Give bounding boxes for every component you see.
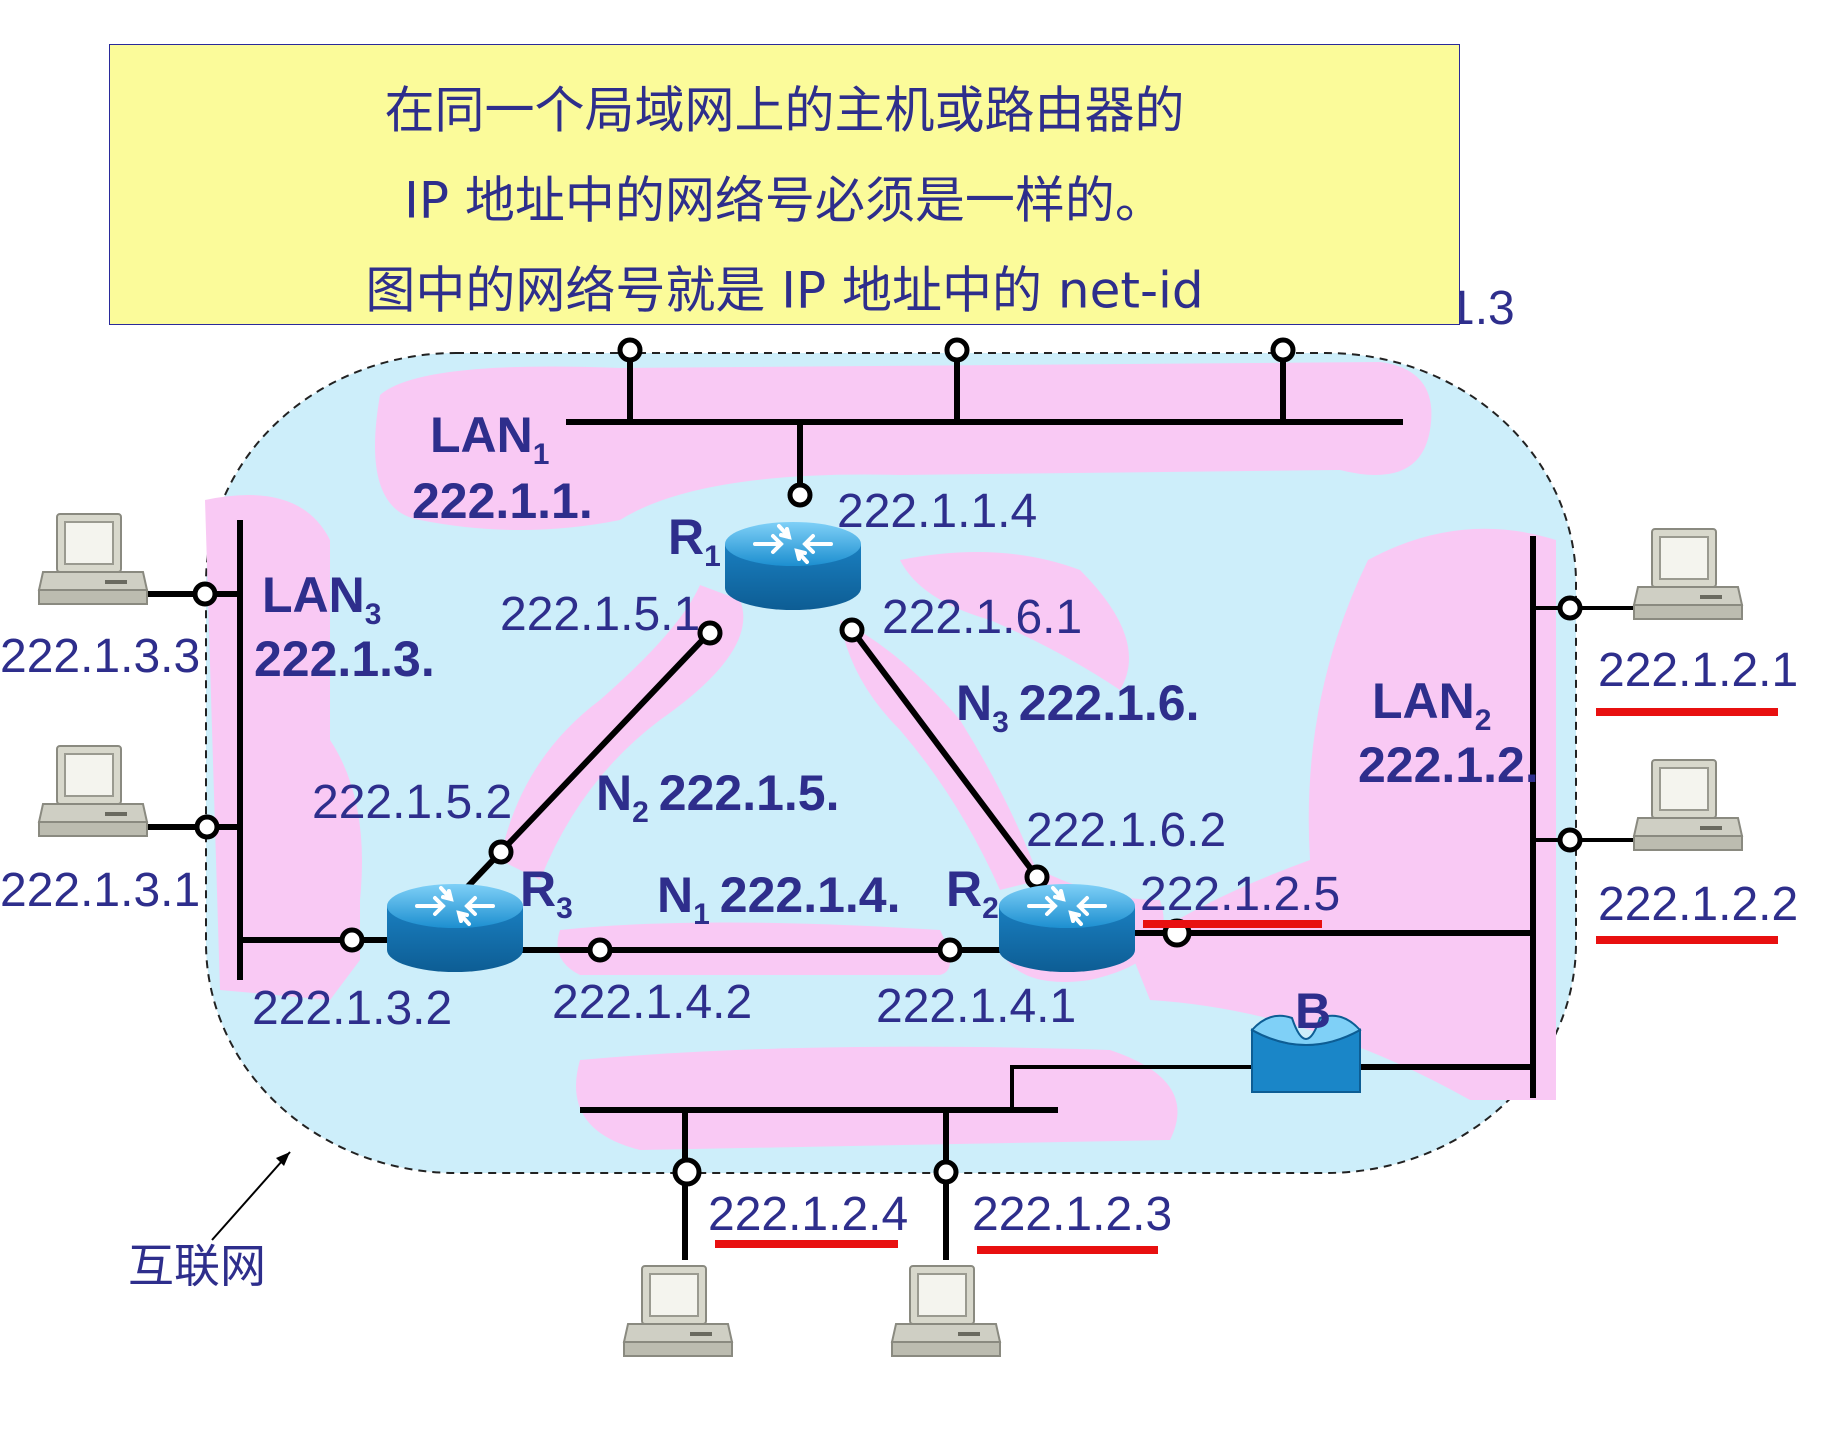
lan3-id: 222.1.3. <box>254 631 435 687</box>
lan2-host-b-port <box>1557 827 1583 853</box>
host-computer-icon <box>38 745 148 837</box>
host-computer-icon <box>891 1265 1001 1357</box>
r3-n1-port <box>587 937 613 963</box>
lan3-host-b-port <box>194 814 220 840</box>
lan3-host-a-port <box>192 581 218 607</box>
lan4-host-b-port <box>933 1159 959 1185</box>
lan2-host-c-address: 222.1.2.4 <box>708 1188 908 1241</box>
r2-n3-port <box>1024 864 1050 890</box>
internet-pointer-arrow <box>211 1151 291 1241</box>
r3-n2-address: 222.1.5.2 <box>312 776 512 829</box>
r3-lan3-address: 222.1.3.2 <box>252 982 452 1035</box>
lan1-id: 222.1.1. <box>412 473 593 529</box>
lan1-name: LAN1 <box>430 407 549 471</box>
note-line-3: 图中的网络号就是 IP 地址中的 net-id <box>365 261 1204 320</box>
lan3-name: LAN3 <box>262 567 381 631</box>
lan3-host-b-address: 222.1.3.1 <box>0 864 200 917</box>
host-computer-icon <box>38 513 148 605</box>
lan1-host-a-port <box>617 337 643 363</box>
r3-n1-address: 222.1.4.2 <box>552 976 752 1029</box>
r1-n2-address: 222.1.5.1 <box>500 588 700 641</box>
r3-n2-port <box>488 839 514 865</box>
r2-n1-address: 222.1.4.1 <box>876 980 1076 1033</box>
r2-lan2-address: 222.1.2.5 <box>1140 868 1340 921</box>
lan4-host-a-port <box>672 1157 702 1187</box>
lan2-host-b-address: 222.1.2.2 <box>1598 878 1798 931</box>
lan2-host-a-address: 222.1.2.1 <box>1598 644 1798 697</box>
r1-n3-port <box>839 617 865 643</box>
note-line-1: 在同一个局域网上的主机或路由器的 <box>384 81 1185 140</box>
router-r3-icon <box>385 882 525 974</box>
arrowhead-icon <box>276 1152 290 1166</box>
r1-lan1-address: 222.1.1.4 <box>837 485 1037 538</box>
r2-n3-address: 222.1.6.2 <box>1026 804 1226 857</box>
lan1-host-c-port <box>1270 337 1296 363</box>
lan1-host-b-port <box>944 337 970 363</box>
internet-label: 互联网 <box>128 1239 266 1293</box>
r1-lan1-port <box>787 482 813 508</box>
host-computer-icon <box>1633 759 1743 851</box>
router-r2-icon <box>997 882 1137 974</box>
explanation-note: 在同一个局域网上的主机或路由器的 IP 地址中的网络号必须是一样的。 图中的网络… <box>109 44 1460 325</box>
lan3-host-a-address: 222.1.3.3 <box>0 630 200 683</box>
host-computer-icon <box>623 1265 733 1357</box>
r1-n3-address: 222.1.6.1 <box>882 591 1082 644</box>
r2-n1-port <box>937 937 963 963</box>
host-computer-icon <box>1633 528 1743 620</box>
lan2-host-a-port <box>1557 595 1583 621</box>
bridge-label: B <box>1295 983 1331 1039</box>
r1-n2-port <box>697 620 723 646</box>
r3-lan3-port <box>339 927 365 953</box>
lan2-host-d-address: 222.1.2.3 <box>972 1188 1172 1241</box>
lan2-id: 222.1.2. <box>1358 737 1539 793</box>
note-line-2: IP 地址中的网络号必须是一样的。 <box>404 171 1165 230</box>
lan2-name: LAN2 <box>1372 673 1491 737</box>
